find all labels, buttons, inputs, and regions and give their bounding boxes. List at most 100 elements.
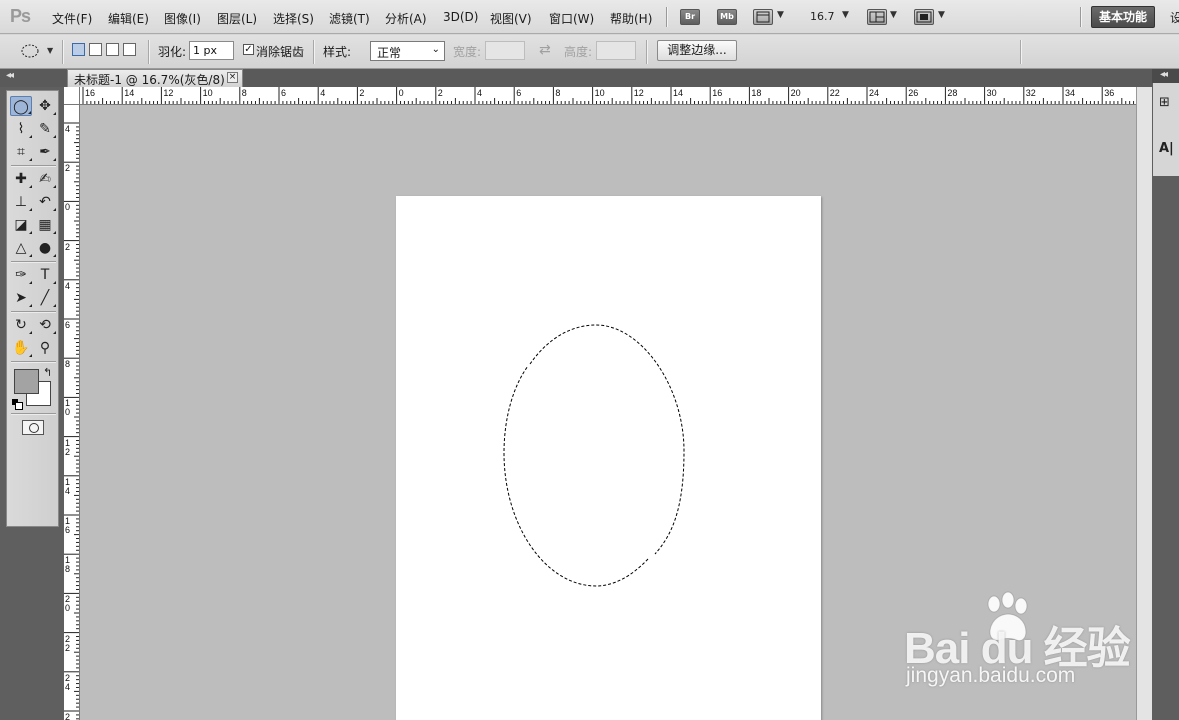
arrange-documents-button[interactable]	[867, 9, 887, 25]
ruler-tick-label: 2	[65, 163, 71, 174]
hand-tool-icon[interactable]: ✋	[10, 338, 32, 358]
expand-panels-icon[interactable]: ◂◂	[1160, 69, 1168, 80]
foreground-color-swatch[interactable]	[14, 369, 39, 394]
add-to-selection-mode-icon[interactable]	[89, 43, 102, 56]
view-extras-dropdown-icon[interactable]: ▼	[777, 10, 784, 20]
workspace-more-label[interactable]: 设	[1170, 9, 1179, 26]
lasso-tool-icon[interactable]: ⌇	[10, 119, 32, 139]
default-colors-icon[interactable]	[12, 399, 23, 410]
zoom-tool-icon[interactable]: ⚲	[34, 338, 56, 358]
eyedropper-tool-icon[interactable]: ✒	[34, 142, 56, 162]
ruler-tick-label: 0	[398, 88, 404, 98]
screen-mode-button[interactable]	[914, 9, 934, 25]
healing-brush-tool-icon[interactable]: ✚	[10, 169, 32, 189]
elliptical-selection-marquee[interactable]	[396, 196, 821, 720]
canvas-workspace[interactable]	[80, 105, 1136, 720]
character-panel-icon[interactable]: A|	[1159, 141, 1174, 156]
right-panel-dock: ◂◂ ⊞ A|	[1152, 69, 1179, 720]
menu-view[interactable]: 视图(V)	[490, 10, 532, 27]
ruler-tick-label: 14	[124, 88, 135, 98]
document-canvas[interactable]	[396, 196, 821, 720]
bridge-button[interactable]: Br	[680, 9, 700, 25]
feather-input[interactable]: 1 px	[189, 41, 234, 60]
workspace-essentials-button[interactable]: 基本功能	[1091, 6, 1155, 28]
ruler-tick-label: 22	[829, 88, 840, 98]
menu-edit[interactable]: 编辑(E)	[108, 10, 149, 27]
elliptical-marquee-tool-icon[interactable]: ◯	[10, 96, 32, 116]
gradient-tool-icon[interactable]: ▦	[34, 215, 56, 235]
menu-select[interactable]: 选择(S)	[273, 10, 314, 27]
3d-orbit-tool-icon[interactable]: ⟲	[34, 315, 56, 335]
brush-tool-icon[interactable]: ✍	[34, 169, 56, 189]
vertical-ruler[interactable]: 4 2 0 2 4 6 8 1 0 1 2 1 4 1 6 1 8 2 0 2 2 2 4 2	[64, 105, 80, 720]
intersect-selection-mode-icon[interactable]	[123, 43, 136, 56]
history-panel-icon[interactable]: ⊞	[1159, 95, 1170, 110]
dodge-tool-icon[interactable]: ●	[34, 238, 56, 258]
anti-alias-label: 消除锯齿	[256, 45, 305, 59]
ruler-tick-label: 12	[633, 88, 644, 98]
line-tool-icon[interactable]: ╱	[34, 288, 56, 308]
dock-collapse-bar[interactable]: ◂◂	[1152, 69, 1179, 83]
ruler-tick-label: 1 0	[65, 398, 71, 418]
refine-edge-button[interactable]: 调整边缘...	[657, 40, 737, 61]
collapse-toolbox-icon[interactable]: ◂◂	[6, 70, 14, 81]
vertical-scrollbar[interactable]	[1136, 87, 1152, 720]
options-bar: ▼ 羽化: 1 px ✓ 消除锯齿 样式: 正常 ⌄ 宽度: ⇄ 高度: 调整边…	[0, 35, 1179, 69]
path-selection-tool-icon[interactable]: ➤	[10, 288, 32, 308]
crop-tool-icon[interactable]: ⌗	[10, 142, 32, 162]
horizontal-ruler[interactable]: 16 14 12 10 8 6 4 2 0 2 4 6 8 10 12 14 16 18 20 22 24 26 28 30 3…	[80, 87, 1136, 105]
width-input[interactable]	[485, 41, 525, 60]
menu-3d[interactable]: 3D(D)	[443, 10, 478, 24]
close-icon[interactable]: ×	[227, 72, 238, 83]
mini-bridge-button[interactable]: Mb	[717, 9, 737, 25]
height-input[interactable]	[596, 41, 636, 60]
anti-alias-checkbox[interactable]: ✓	[243, 44, 254, 55]
options-separator	[148, 40, 149, 64]
type-tool-icon[interactable]: T	[34, 265, 56, 285]
ruler-tick-label: 6	[281, 88, 287, 98]
menu-analysis[interactable]: 分析(A)	[385, 10, 427, 27]
clone-stamp-tool-icon[interactable]: ⊥	[10, 192, 32, 212]
swap-colors-icon[interactable]: ↰	[43, 366, 52, 379]
view-extras-button[interactable]	[753, 9, 773, 25]
zoom-level-value[interactable]: 16.7	[810, 10, 835, 23]
document-tab[interactable]: 未标题-1 @ 16.7%(灰色/8) ×	[67, 69, 243, 87]
style-select-value: 正常	[377, 46, 402, 60]
zoom-dropdown-icon[interactable]: ▼	[842, 10, 849, 20]
quick-mask-button[interactable]	[22, 420, 44, 435]
menu-window[interactable]: 窗口(W)	[549, 10, 594, 27]
ruler-tick-label: 16	[85, 88, 96, 98]
swap-width-height-icon[interactable]: ⇄	[539, 42, 551, 58]
style-select[interactable]: 正常 ⌄	[370, 41, 445, 61]
document-tab-title: 未标题-1 @ 16.7%(灰色/8)	[74, 73, 225, 87]
ruler-tick-label: 26	[908, 88, 919, 98]
3d-rotate-tool-icon[interactable]: ↻	[10, 315, 32, 335]
elliptical-marquee-preset-icon[interactable]	[20, 43, 42, 59]
arrange-dropdown-icon[interactable]: ▼	[890, 10, 897, 20]
menu-help[interactable]: 帮助(H)	[610, 10, 652, 27]
ruler-tick-label: 6	[65, 320, 71, 330]
blur-tool-icon[interactable]: △	[10, 238, 32, 258]
subtract-from-selection-mode-icon[interactable]	[106, 43, 119, 56]
width-label: 宽度:	[453, 45, 482, 59]
move-tool-icon[interactable]: ✥	[34, 96, 56, 116]
quick-selection-tool-icon[interactable]: ✎	[34, 119, 56, 139]
eraser-tool-icon[interactable]: ◪	[10, 215, 32, 235]
menu-layer[interactable]: 图层(L)	[217, 10, 257, 27]
tools: ◯ ✥ ⌇ ✎ ⌗ ✒ ✚ ✍ ⊥ ↶ ◪ ▦ △ ● ✑ T ➤ ╱ ↻ ⟲ …	[6, 90, 59, 527]
menu-filter[interactable]: 滤镜(T)	[329, 10, 370, 27]
new-selection-mode-icon[interactable]	[72, 43, 85, 56]
ruler-tick-label: 28	[947, 88, 958, 98]
screen-mode-icon	[916, 11, 932, 23]
ruler-tick-label: 6	[516, 88, 522, 98]
tool-preset-dropdown-icon[interactable]: ▼	[47, 46, 53, 55]
history-brush-tool-icon[interactable]: ↶	[34, 192, 56, 212]
menu-file[interactable]: 文件(F)	[52, 10, 92, 27]
menu-image[interactable]: 图像(I)	[164, 10, 201, 27]
arrange-icon	[869, 11, 885, 23]
ruler-tick-label: 10	[202, 88, 213, 98]
options-separator	[313, 40, 314, 64]
screen-mode-dropdown-icon[interactable]: ▼	[938, 10, 945, 20]
ruler-origin[interactable]	[64, 87, 80, 105]
pen-tool-icon[interactable]: ✑	[10, 265, 32, 285]
